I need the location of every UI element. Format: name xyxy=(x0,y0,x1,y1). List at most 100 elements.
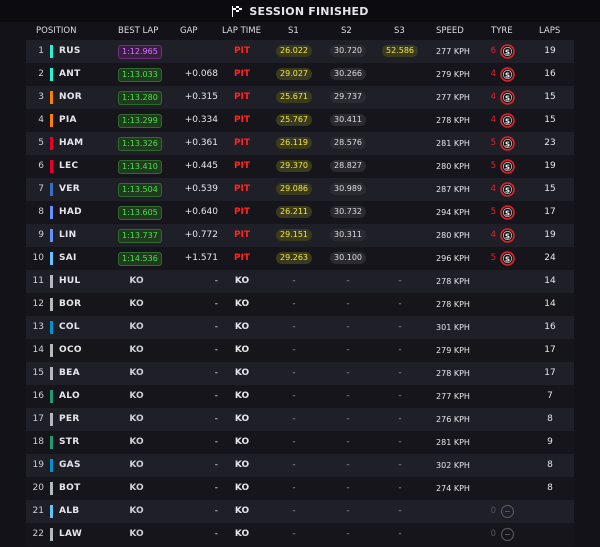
speed-trap: 280 KPH xyxy=(436,162,470,171)
driver-code[interactable]: ANT xyxy=(59,68,81,81)
sector-s3: - xyxy=(398,529,402,539)
best-lap: KO xyxy=(118,459,155,472)
lap-time: KO xyxy=(234,460,250,470)
table-row[interactable]: 20 BOT KO - KO - - - 274 KPH 8 xyxy=(26,477,574,500)
table-row[interactable]: 16 ALO KO - KO - - - 277 KPH 7 xyxy=(26,385,574,408)
column-headers: POSITION BEST LAP GAP LAP TIME S1 S2 S3 … xyxy=(26,23,574,40)
s1-cell: - xyxy=(274,459,314,472)
sector-s2: - xyxy=(346,437,350,447)
table-row[interactable]: 5 HAM 1:13.326 +0.361 PIT 26.119 28.576 281 KPH… xyxy=(26,132,574,155)
table-row[interactable]: 17 PER KO - KO - - - 276 KPH 8 xyxy=(26,408,574,431)
table-row[interactable]: 21 ALB KO - KO - - - 0 xyxy=(26,500,574,523)
driver-code[interactable]: PIA xyxy=(59,114,77,127)
tyre-age: 5 xyxy=(490,207,496,217)
table-row[interactable]: 3 NOR 1:13.280 +0.315 PIT 25.671 29.737 277 KPH… xyxy=(26,86,574,109)
gap: - xyxy=(214,529,218,539)
checkered-flag-icon xyxy=(232,6,243,17)
sector-s1: - xyxy=(292,437,296,447)
col-best-lap[interactable]: BEST LAP xyxy=(118,26,158,36)
col-gap[interactable]: GAP xyxy=(180,26,198,36)
sector-s1: - xyxy=(292,529,296,539)
table-row[interactable]: 1 RUS 1:12.965 PIT 26.022 30.720 52.586 277 KPH… xyxy=(26,40,574,63)
speed-trap: 278 KPH xyxy=(436,116,470,125)
sector-s3: - xyxy=(398,276,402,286)
table-row[interactable]: 11 HUL KO - KO - - - 278 KPH 14 xyxy=(26,270,574,293)
table-row[interactable]: 15 BEA KO - KO - - - 278 KPH 17 xyxy=(26,362,574,385)
table-row[interactable]: 6 LEC 1:13.410 +0.445 PIT 29.370 28.827 280 KPH… xyxy=(26,155,574,178)
driver-code[interactable]: HUL xyxy=(59,275,80,288)
s2-cell: - xyxy=(328,413,368,426)
best-lap-value: KO xyxy=(129,483,144,493)
s3-cell: - xyxy=(380,528,420,541)
table-row[interactable]: 14 OCO KO - KO - - - 279 KPH 17 xyxy=(26,339,574,362)
position: 6 xyxy=(38,161,44,171)
col-s2[interactable]: S2 xyxy=(341,26,352,36)
table-row[interactable]: 22 LAW KO - KO - - - 0 xyxy=(26,523,574,546)
table-row[interactable]: 4 PIA 1:13.299 +0.334 PIT 25.767 30.411 278 KPH… xyxy=(26,109,574,132)
driver-code[interactable]: BOR xyxy=(59,298,81,311)
driver-code[interactable]: GAS xyxy=(59,459,81,472)
gap: +0.334 xyxy=(184,115,218,125)
col-s1[interactable]: S1 xyxy=(288,26,299,36)
driver-code[interactable]: PER xyxy=(59,413,80,426)
col-speed[interactable]: SPEED xyxy=(436,26,464,36)
col-s3[interactable]: S3 xyxy=(394,26,405,36)
table-row[interactable]: 19 GAS KO - KO - - - 302 KPH 8 xyxy=(26,454,574,477)
driver-code[interactable]: LIN xyxy=(59,229,77,242)
driver-code[interactable]: ALO xyxy=(59,390,80,403)
team-color-bar xyxy=(50,160,53,173)
lap-time: KO xyxy=(234,506,250,516)
driver-code[interactable]: RUS xyxy=(59,45,81,58)
driver-code[interactable]: NOR xyxy=(59,91,82,104)
laps: 19 xyxy=(544,46,556,56)
col-position[interactable]: POSITION xyxy=(36,26,76,36)
table-row[interactable]: 18 STR KO - KO - - - 281 KPH 9 xyxy=(26,431,574,454)
table-row[interactable]: 2 ANT 1:13.033 +0.068 PIT 29.027 30.266 279 KPH… xyxy=(26,63,574,86)
driver-code[interactable]: BOT xyxy=(59,482,81,495)
s3-cell: - xyxy=(380,390,420,403)
table-row[interactable]: 12 BOR KO - KO - - - 278 KPH 14 xyxy=(26,293,574,316)
sector-s2: - xyxy=(346,322,350,332)
best-lap: KO xyxy=(118,275,155,288)
driver-code[interactable]: ALB xyxy=(59,505,79,518)
driver-code[interactable]: SAI xyxy=(59,252,77,265)
team-color-bar xyxy=(50,459,53,472)
best-lap: KO xyxy=(118,367,155,380)
driver-code[interactable]: COL xyxy=(59,321,80,334)
best-lap: KO xyxy=(118,436,155,449)
tyre-age: 4 xyxy=(490,184,496,194)
best-lap: 1:13.504 xyxy=(118,183,162,197)
best-lap: 1:13.605 xyxy=(118,206,162,220)
sector-s1: - xyxy=(292,391,296,401)
sector-s2: - xyxy=(346,276,350,286)
table-row[interactable]: 13 COL KO - KO - - - 301 KPH 16 xyxy=(26,316,574,339)
tyre-compound-label: S xyxy=(505,209,510,217)
driver-code[interactable]: OCO xyxy=(59,344,82,357)
s3-cell: - xyxy=(380,482,420,495)
driver-code[interactable]: BEA xyxy=(59,367,80,380)
soft-tyre-icon: S xyxy=(500,44,515,59)
driver-code[interactable]: LAW xyxy=(59,528,82,541)
col-laps[interactable]: LAPS xyxy=(539,26,560,36)
driver-code[interactable]: HAM xyxy=(59,137,83,150)
tyre-age: 4 xyxy=(490,92,496,102)
table-row[interactable]: 9 LIN 1:13.737 +0.772 PIT 29.151 30.311 280 KPH… xyxy=(26,224,574,247)
table-row[interactable]: 8 HAD 1:13.605 +0.640 PIT 26.211 30.732 294 KPH… xyxy=(26,201,574,224)
s2-cell: 29.737 xyxy=(328,91,368,104)
best-lap-value: 1:13.033 xyxy=(118,68,162,82)
driver-code[interactable]: STR xyxy=(59,436,79,449)
best-lap-value: 1:13.299 xyxy=(118,114,162,128)
s1-cell: - xyxy=(274,367,314,380)
driver-code[interactable]: LEC xyxy=(59,160,78,173)
driver-code[interactable]: VER xyxy=(59,183,80,196)
driver-code[interactable]: HAD xyxy=(59,206,82,219)
col-tyre[interactable]: TYRE xyxy=(491,26,513,36)
lap-time: KO xyxy=(234,299,250,309)
table-row[interactable]: 10 SAI 1:14.536 +1.571 PIT 29.263 30.100 296 KP… xyxy=(26,247,574,270)
table-row[interactable]: 7 VER 1:13.504 +0.539 PIT 29.086 30.989 287 KPH… xyxy=(26,178,574,201)
lap-time: PIT xyxy=(233,138,251,148)
col-lap-time[interactable]: LAP TIME xyxy=(222,26,261,36)
sector-s2: - xyxy=(346,506,350,516)
lap-time: PIT xyxy=(233,92,251,102)
gap: - xyxy=(214,345,218,355)
